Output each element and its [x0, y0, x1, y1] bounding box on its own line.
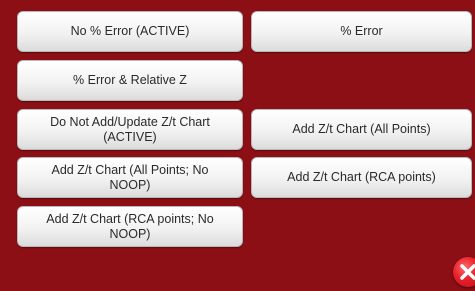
- options-panel: No % Error (ACTIVE) % Error % Error & Re…: [0, 0, 475, 291]
- no-error-button[interactable]: No % Error (ACTIVE): [17, 11, 243, 52]
- add-chart-all-points-button[interactable]: Add Z/t Chart (All Points): [251, 109, 472, 150]
- close-icon: [460, 264, 475, 280]
- add-chart-rca-points-no-noop-button[interactable]: Add Z/t Chart (RCA points; No NOOP): [17, 206, 243, 247]
- add-chart-rca-points-button[interactable]: Add Z/t Chart (RCA points): [251, 157, 472, 198]
- add-chart-all-points-no-noop-button[interactable]: Add Z/t Chart (All Points; No NOOP): [17, 157, 243, 198]
- error-relative-z-button[interactable]: % Error & Relative Z: [17, 60, 243, 101]
- error-button[interactable]: % Error: [251, 11, 472, 52]
- do-not-add-chart-button[interactable]: Do Not Add/Update Z/t Chart (ACTIVE): [17, 109, 243, 150]
- close-button[interactable]: [453, 257, 475, 287]
